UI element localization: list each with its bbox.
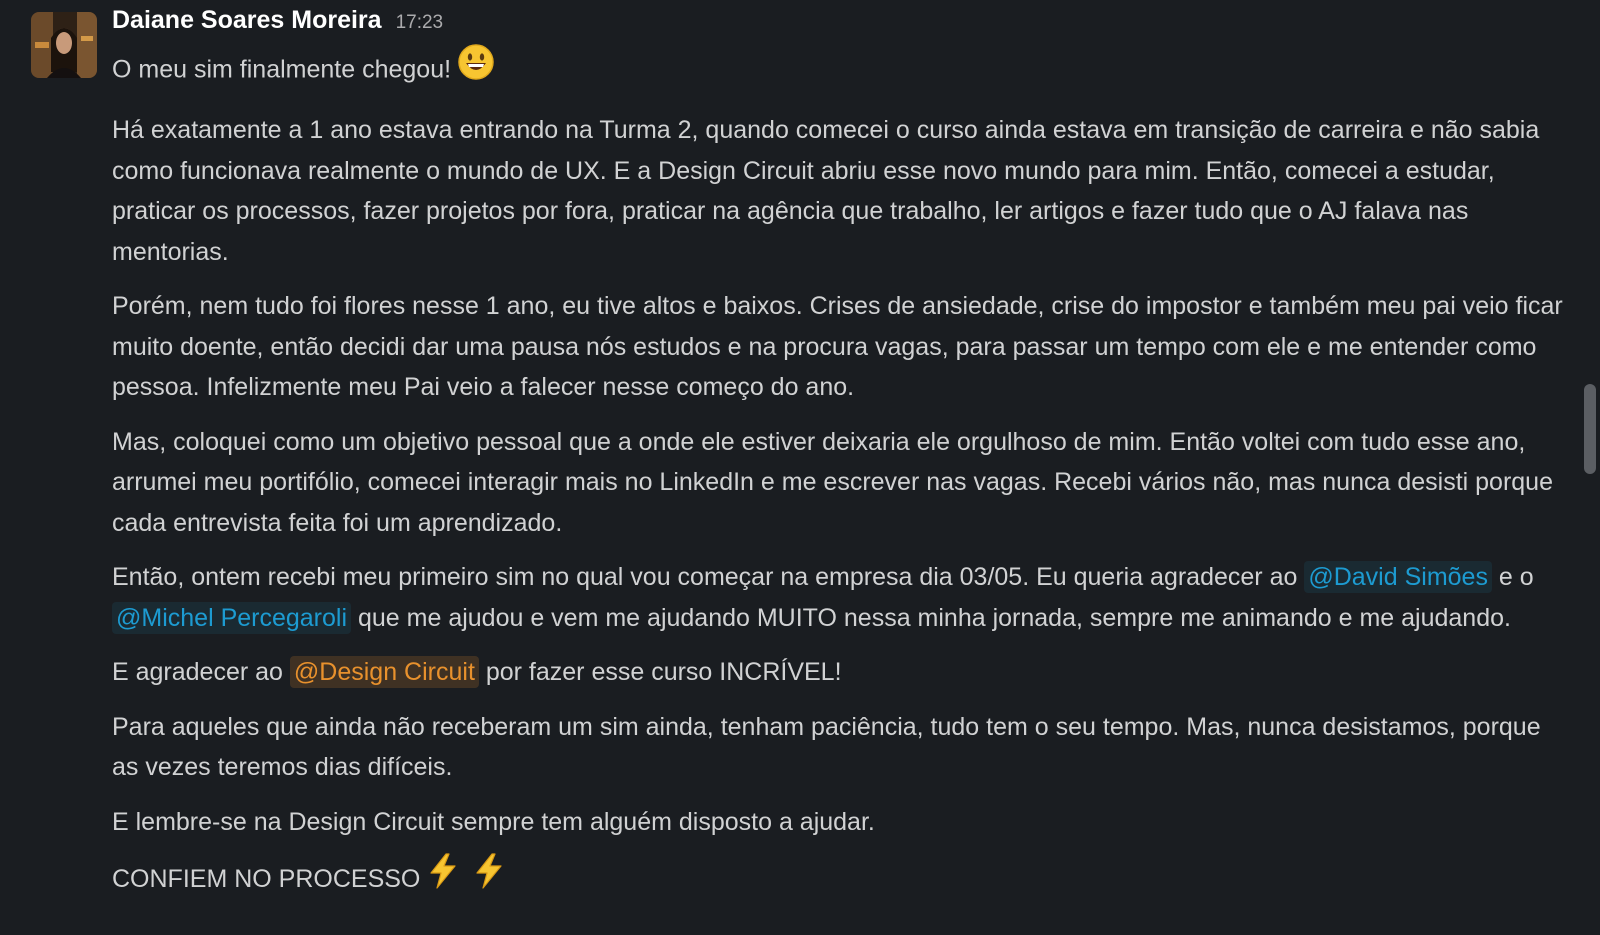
user-avatar[interactable]	[31, 12, 97, 78]
grinning-face-icon	[457, 43, 495, 93]
paragraph-5-text-a: E agradecer ao	[112, 658, 283, 686]
mention-david-simoes[interactable]: @David Simões	[1304, 561, 1492, 593]
message-paragraph-4: Então, ontem recebi meu primeiro sim no …	[112, 557, 1572, 638]
paragraph-4-text-c: que me ajudou e vem me ajudando MUITO ne…	[357, 603, 1511, 632]
message-paragraph-6: Para aqueles que ainda não receberam um …	[112, 712, 1541, 782]
message-content: Daiane Soares Moreira 17:23 O meu sim fi…	[112, 6, 1572, 905]
high-voltage-icon	[426, 853, 460, 902]
message-paragraph-7: E lembre-se na Design Circuit sempre tem…	[112, 807, 875, 836]
mention-michel-percegaroli[interactable]: @Michel Percegaroli	[112, 601, 352, 634]
message-paragraph-3: Mas, coloquei como um objetivo pessoal q…	[112, 427, 1553, 537]
paragraph-5-text-b: por fazer esse curso INCRÍVEL!	[485, 658, 842, 686]
message-header: Daiane Soares Moreira 17:23	[112, 6, 1572, 46]
paragraph-4-text-b: e o	[1498, 563, 1534, 591]
first-line-text: O meu sim finalmente chegou!	[112, 55, 452, 84]
paragraph-4-text-a: Então, ontem recebi meu primeiro sim no …	[112, 563, 1298, 591]
avatar-photo	[31, 12, 97, 78]
high-voltage-icon	[472, 853, 506, 902]
message-paragraph-2: Porém, nem tudo foi flores nesse 1 ano, …	[112, 292, 1563, 401]
message-first-line: O meu sim finalmente chegou!	[112, 43, 1572, 96]
author-name[interactable]: Daiane Soares Moreira	[112, 6, 382, 35]
message: Daiane Soares Moreira 17:23 O meu sim fi…	[0, 0, 1600, 935]
message-timestamp[interactable]: 17:23	[396, 12, 444, 34]
message-paragraph-1: Há exatamente a 1 ano estava entrando na…	[112, 116, 1540, 266]
mention-design-circuit[interactable]: @Design Circuit	[289, 656, 479, 688]
message-paragraph-8: CONFIEM NO PROCESSO	[112, 853, 1572, 905]
message-paragraph-5: E agradecer ao @Design Circuit por fazer…	[112, 652, 1572, 693]
scrollbar-thumb[interactable]	[1584, 384, 1596, 474]
paragraph-8-text: CONFIEM NO PROCESSO	[112, 864, 421, 893]
